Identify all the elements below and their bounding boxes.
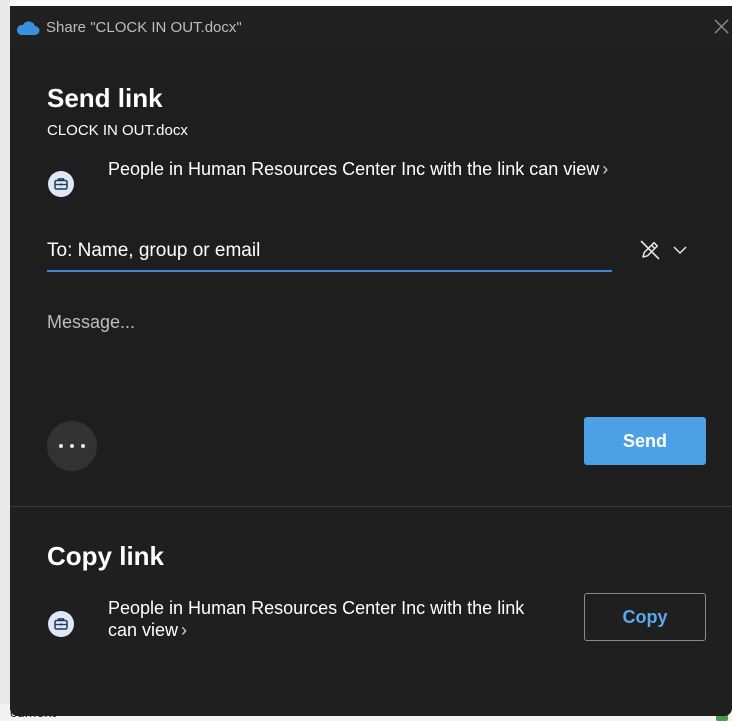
share-dialog: Share "CLOCK IN OUT.docx" Send link CLOC… [10, 6, 732, 716]
copy-link-heading: Copy link [47, 541, 165, 571]
copy-button[interactable]: Copy [584, 593, 706, 641]
recipient-field [47, 232, 612, 272]
link-permission-settings[interactable]: People in Human Resources Center Inc wit… [108, 158, 668, 180]
send-link-heading: Send link [47, 83, 163, 113]
more-options-button[interactable] [47, 421, 97, 471]
permission-text: People in Human Resources Center Inc wit… [108, 598, 525, 640]
briefcase-icon [48, 611, 74, 637]
more-options-icon [59, 444, 63, 448]
more-options-icon [70, 444, 74, 448]
chevron-right-icon: › [181, 620, 188, 640]
edit-permission-dropdown[interactable] [634, 236, 694, 266]
send-button[interactable]: Send [584, 417, 706, 465]
briefcase-icon [48, 171, 74, 197]
copy-link-permission-settings[interactable]: People in Human Resources Center Inc wit… [108, 597, 538, 641]
dialog-title: Share "CLOCK IN OUT.docx" [46, 19, 242, 36]
chevron-right-icon: › [602, 159, 609, 179]
more-options-icon [81, 444, 85, 448]
title-bar: Share "CLOCK IN OUT.docx" [10, 6, 732, 50]
screen: cument Share "CLOCK IN OUT.docx" Send li… [0, 0, 732, 721]
file-name: CLOCK IN OUT.docx [47, 122, 188, 139]
chevron-down-icon [673, 246, 687, 255]
recipient-input[interactable] [47, 232, 612, 270]
pencil-off-icon [640, 240, 660, 260]
copy-link-panel: Copy link People in Human Resources Cent… [10, 507, 732, 716]
message-input[interactable] [47, 312, 687, 392]
permission-text: People in Human Resources Center Inc wit… [108, 159, 600, 179]
close-icon[interactable] [710, 16, 732, 38]
send-link-panel: Send link CLOCK IN OUT.docx People in Hu… [10, 50, 732, 506]
background-window [0, 0, 10, 721]
onedrive-cloud-icon [16, 21, 40, 35]
